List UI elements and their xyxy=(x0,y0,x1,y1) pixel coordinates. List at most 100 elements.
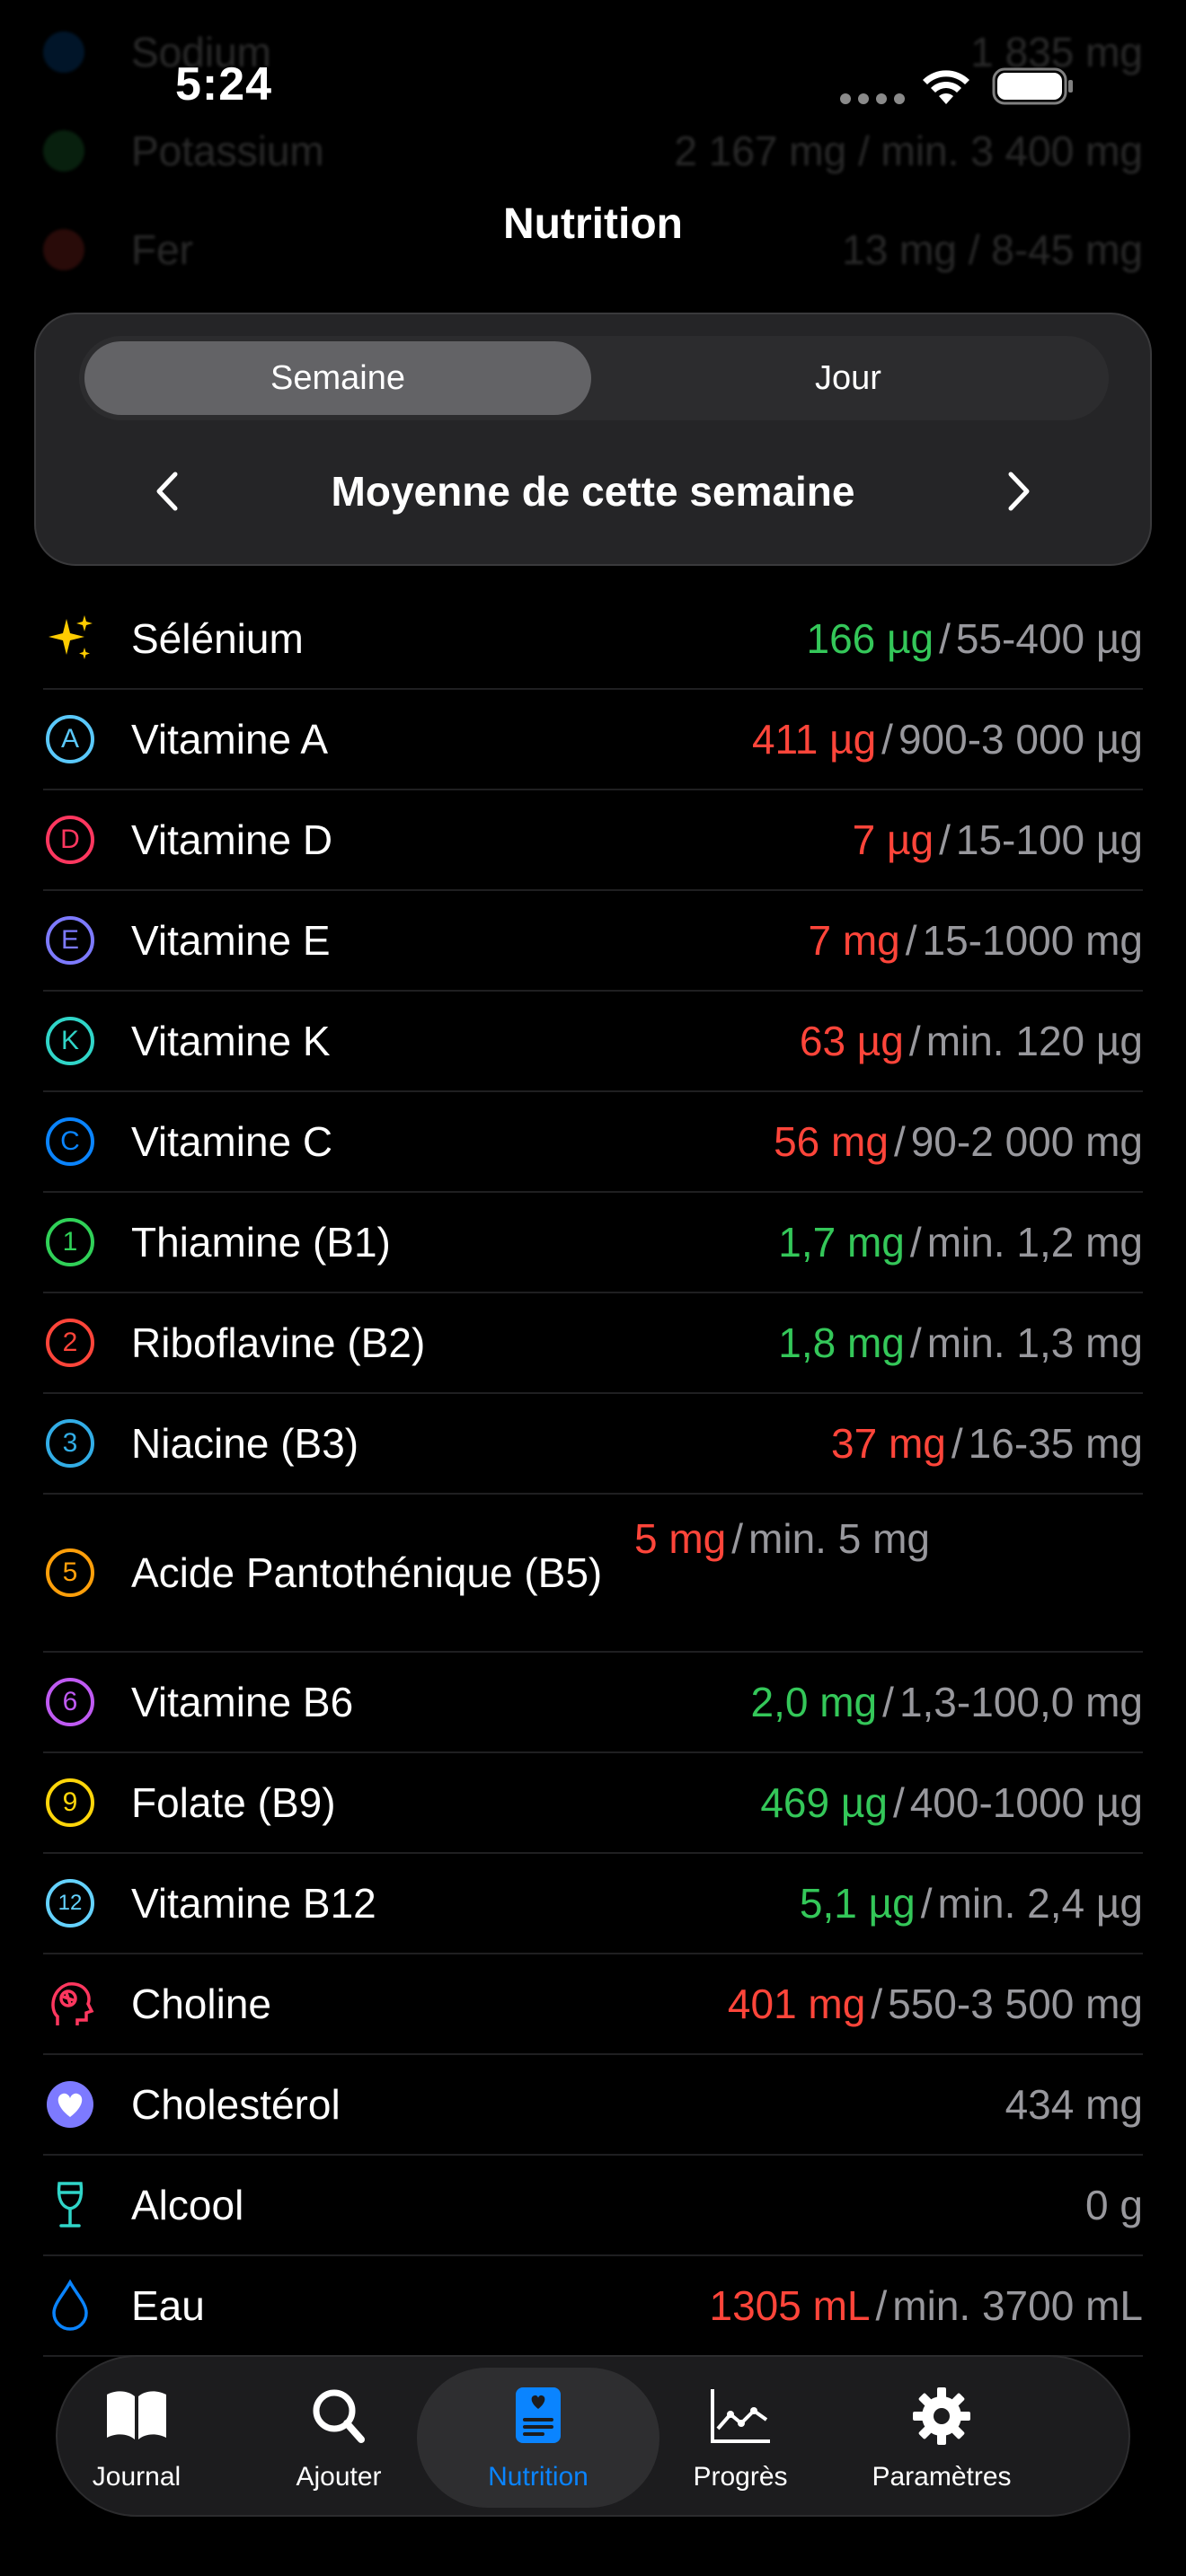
nutrient-row[interactable]: 2 Riboflavine (B2) 1,8 mg / min. 1,3 mg xyxy=(43,1293,1143,1394)
nutrient-row[interactable]: Cholestérol 434 mg xyxy=(43,2055,1143,2156)
nutrient-icon: 2 xyxy=(43,1316,97,1370)
nutrient-label: Thiamine (B1) xyxy=(131,1219,391,1266)
nutrient-icon: 6 xyxy=(43,1675,97,1729)
nutrient-row[interactable]: E Vitamine E 7 mg/15-1000 mg xyxy=(43,891,1143,992)
nutrient-value: 2,0 mg/1,3-100,0 mg xyxy=(751,1678,1143,1726)
nutrient-label: Choline xyxy=(131,1981,271,2027)
nutrient-label: Alcool xyxy=(131,2182,244,2228)
page-title: Nutrition xyxy=(503,200,683,248)
nutrient-label: Riboflavine (B2) xyxy=(131,1319,426,1366)
nutrient-reference: 90-2 000 mg xyxy=(910,1118,1143,1165)
vitamin-letter-icon: 3 xyxy=(46,1419,94,1468)
nutrient-row[interactable]: D Vitamine D 7 µg/15-100 µg xyxy=(43,790,1143,891)
vitamin-letter-icon: 5 xyxy=(46,1548,94,1597)
tab-journal[interactable]: Journal xyxy=(35,2368,238,2508)
nutrient-row[interactable]: 5 Acide Pantothénique (B5) 5 mg / min. 5 mg xyxy=(43,1495,1143,1653)
nutrient-value: 1305 mL / min. 3700 mL xyxy=(710,2281,1144,2330)
nutrient-row[interactable]: 6 Vitamine B6 2,0 mg/1,3-100,0 mg xyxy=(43,1653,1143,1753)
nutrient-icon: C xyxy=(43,1115,97,1169)
nutrient-label: Folate (B9) xyxy=(131,1779,336,1826)
value-separator: / xyxy=(920,1880,933,1927)
period-card: Semaine Jour Moyenne de cette semaine xyxy=(34,313,1152,566)
nutrient-value: 5 mg / min. 5 mg xyxy=(634,1514,930,1563)
nutrient-value: 0 g xyxy=(1085,2181,1143,2229)
nutrient-row[interactable]: Choline 401 mg/550-3 500 mg xyxy=(43,1954,1143,2055)
nutrient-amount: 166 µg xyxy=(806,615,934,662)
value-separator: / xyxy=(731,1515,744,1562)
nutrient-icon: A xyxy=(43,712,97,766)
nutrient-amount: 1,8 mg xyxy=(778,1319,905,1366)
nutrient-label: Vitamine K xyxy=(131,1018,331,1064)
chevron-right-icon xyxy=(1008,472,1030,511)
nutrient-amount: 56 mg xyxy=(774,1118,889,1165)
tab-bar: Journal Ajouter Nutrition Progrès Paramètres xyxy=(56,2355,1130,2517)
value-separator: / xyxy=(893,1118,906,1165)
vitamin-letter-icon: 9 xyxy=(46,1778,94,1827)
nutrient-value: 56 mg/90-2 000 mg xyxy=(774,1117,1143,1166)
nutrient-row[interactable]: 1 Thiamine (B1) 1,7 mg / min. 1,2 mg xyxy=(43,1193,1143,1293)
search-icon xyxy=(304,2384,374,2453)
nutrient-label: Eau xyxy=(131,2282,205,2329)
nutrient-value: 37 mg/16-35 mg xyxy=(831,1419,1143,1468)
value-separator: / xyxy=(905,917,917,964)
segment-week[interactable]: Semaine xyxy=(84,341,591,415)
previous-period-button[interactable] xyxy=(131,458,203,525)
nutrient-label: Sélénium xyxy=(131,615,304,662)
nutrient-reference: 900-3 000 µg xyxy=(898,716,1143,763)
nutrient-row[interactable]: 12 Vitamine B12 5,1 µg / min. 2,4 µg xyxy=(43,1854,1143,1954)
nutrient-icon: 9 xyxy=(43,1776,97,1830)
next-period-button[interactable] xyxy=(983,458,1055,525)
vitamin-letter-icon: 1 xyxy=(46,1218,94,1266)
nutrient-value: 1,8 mg / min. 1,3 mg xyxy=(778,1319,1143,1367)
tab-ajouter[interactable]: Ajouter xyxy=(237,2368,440,2508)
nutrient-row[interactable]: Sélénium 166 µg/55-400 µg xyxy=(43,589,1143,690)
nutrient-reference: min. 1,3 mg xyxy=(926,1319,1143,1366)
vitamin-letter-icon: K xyxy=(46,1017,94,1065)
period-label: Moyenne de cette semaine xyxy=(331,468,855,515)
nutrient-row[interactable]: 9 Folate (B9) 469 µg/400-1000 µg xyxy=(43,1753,1143,1854)
tab-nutrition[interactable]: Nutrition xyxy=(417,2368,659,2508)
value-separator: / xyxy=(875,2282,888,2329)
nutrient-label: Vitamine A xyxy=(131,716,329,763)
vitamin-letter-icon: C xyxy=(46,1117,94,1166)
nutrient-row[interactable]: Eau 1305 mL / min. 3700 mL xyxy=(43,2256,1143,2357)
tab-progres[interactable]: Progrès xyxy=(639,2368,842,2508)
nutrient-row[interactable]: A Vitamine A 411 µg/900-3 000 µg xyxy=(43,690,1143,790)
nutrient-value: 411 µg/900-3 000 µg xyxy=(752,715,1143,763)
nutrient-amount: 411 µg xyxy=(751,716,877,763)
value-separator: / xyxy=(871,1981,883,2027)
tab-label: Nutrition xyxy=(488,2461,589,2492)
nutrient-row[interactable]: K Vitamine K 63 µg / min. 120 µg xyxy=(43,992,1143,1092)
vitamin-letter-icon: 6 xyxy=(46,1678,94,1726)
nutrient-icon: E xyxy=(43,913,97,967)
nutrient-reference: 434 mg xyxy=(1005,2081,1143,2128)
nutrient-reference: 15-1000 mg xyxy=(922,917,1144,964)
brain-head-icon xyxy=(43,1977,97,2031)
segment-day[interactable]: Jour xyxy=(595,341,1102,415)
nutrient-amount: 1,7 mg xyxy=(778,1219,905,1266)
nutrient-reference: 15-100 µg xyxy=(955,816,1143,863)
chart-icon xyxy=(705,2384,775,2453)
nutrient-amount: 2,0 mg xyxy=(750,1679,878,1725)
tab-label: Ajouter xyxy=(296,2461,382,2492)
nutrient-row[interactable]: 3 Niacine (B3) 37 mg/16-35 mg xyxy=(43,1394,1143,1495)
nutrient-row[interactable]: Alcool 0 g xyxy=(43,2156,1143,2256)
nutrient-row[interactable]: C Vitamine C 56 mg/90-2 000 mg xyxy=(43,1092,1143,1193)
nutrient-amount: 63 µg xyxy=(799,1018,904,1064)
nutrient-value: 7 mg/15-1000 mg xyxy=(808,916,1143,965)
period-navigator: Moyenne de cette semaine xyxy=(36,458,1150,525)
vitamin-letter-icon: D xyxy=(46,816,94,864)
nutrition-icon xyxy=(503,2384,573,2453)
nutrient-value: 5,1 µg / min. 2,4 µg xyxy=(800,1879,1143,1928)
nutrient-value: 1,7 mg / min. 1,2 mg xyxy=(778,1218,1143,1266)
nutrient-amount: 37 mg xyxy=(831,1420,946,1467)
value-separator: / xyxy=(909,1219,922,1266)
nutrient-value: 63 µg / min. 120 µg xyxy=(800,1017,1143,1065)
vitamin-letter-icon: E xyxy=(46,916,94,965)
sparkles-icon xyxy=(43,612,97,666)
nutrient-amount: 7 µg xyxy=(852,816,934,863)
value-separator: / xyxy=(939,816,951,863)
nutrient-label: Vitamine B12 xyxy=(131,1880,376,1927)
value-separator: / xyxy=(881,716,893,763)
tab-parametres[interactable]: Paramètres xyxy=(840,2368,1043,2508)
